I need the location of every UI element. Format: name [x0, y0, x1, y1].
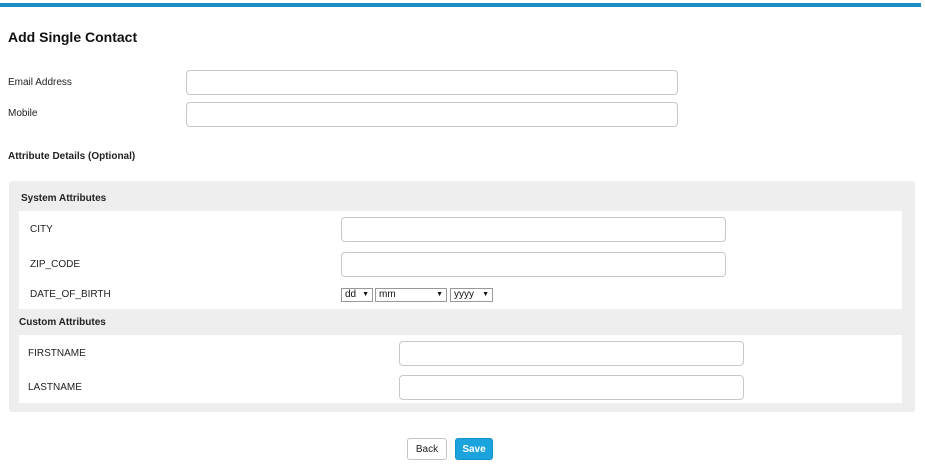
lastname-label: LASTNAME [28, 382, 82, 393]
dob-day-select[interactable]: dd ▼ [341, 288, 373, 302]
top-accent-bar [0, 3, 921, 7]
lastname-field[interactable] [399, 375, 744, 400]
attribute-details-heading: Attribute Details (Optional) [8, 151, 136, 162]
dob-month-select[interactable]: mm ▼ [375, 288, 447, 302]
email-field[interactable] [186, 70, 678, 95]
dob-year-value: yyyy [454, 289, 474, 300]
dropdown-arrow-icon: ▼ [482, 291, 489, 298]
zip-code-label: ZIP_CODE [30, 259, 81, 270]
dropdown-arrow-icon: ▼ [436, 291, 443, 298]
dropdown-arrow-icon: ▼ [362, 291, 369, 298]
back-button[interactable]: Back [407, 438, 447, 460]
firstname-field[interactable] [399, 341, 744, 366]
page-title: Add Single Contact [8, 29, 138, 45]
mobile-label: Mobile [8, 108, 38, 119]
mobile-field[interactable] [186, 102, 678, 127]
custom-attributes-heading: Custom Attributes [19, 317, 106, 328]
date-of-birth-label: DATE_OF_BIRTH [30, 289, 111, 300]
city-label: CITY [30, 224, 53, 235]
save-button[interactable]: Save [455, 438, 493, 460]
dob-year-select[interactable]: yyyy ▼ [450, 288, 493, 302]
email-label: Email Address [8, 77, 72, 88]
zip-code-field[interactable] [341, 252, 726, 277]
system-attributes-heading: System Attributes [21, 193, 107, 204]
firstname-label: FIRSTNAME [28, 348, 86, 359]
dob-day-value: dd [345, 289, 357, 300]
dob-month-value: mm [379, 289, 396, 300]
city-field[interactable] [341, 217, 726, 242]
